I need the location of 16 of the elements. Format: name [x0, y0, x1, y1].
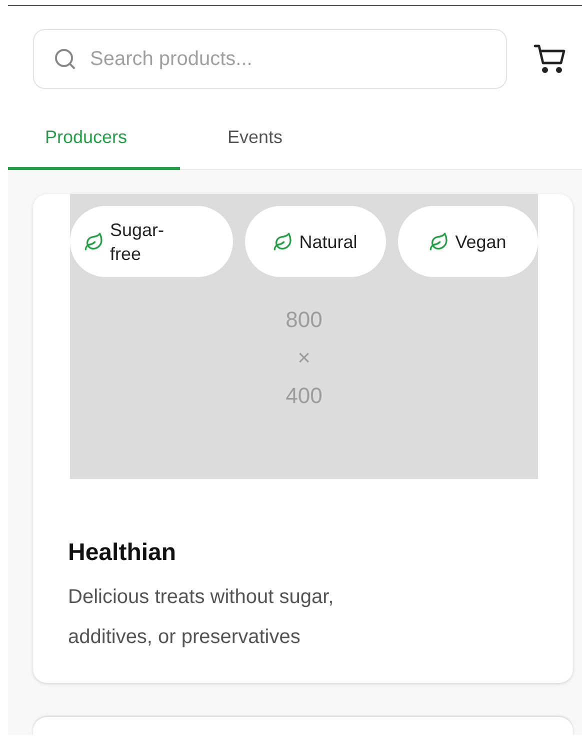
- search-field[interactable]: Search products...: [33, 29, 507, 89]
- search-icon: [53, 47, 77, 71]
- leaf-icon: [429, 232, 450, 252]
- producer-description: Delicious treats without sugar, additives, or preservatives: [68, 585, 335, 650]
- tab[interactable]: Events: [180, 117, 330, 170]
- producer-name: Healthian: [68, 539, 178, 567]
- placeholder-label: ×: [298, 344, 310, 372]
- tag-chip: Natural: [245, 206, 386, 277]
- placeholder-label: 800: [286, 306, 322, 334]
- producer-card[interactable]: 800 × 400 Sugar-free Natural Vegan Healthian Delicious treats without sugar, additives, or preservatives: [33, 194, 573, 683]
- leaf-icon: [84, 232, 104, 252]
- leaf-icon: [273, 232, 294, 252]
- placeholder-label: 400: [286, 382, 322, 410]
- tag-chip: Sugar-free: [70, 206, 233, 277]
- tag-chip: Vegan: [398, 206, 538, 277]
- cart-icon[interactable]: [533, 43, 567, 75]
